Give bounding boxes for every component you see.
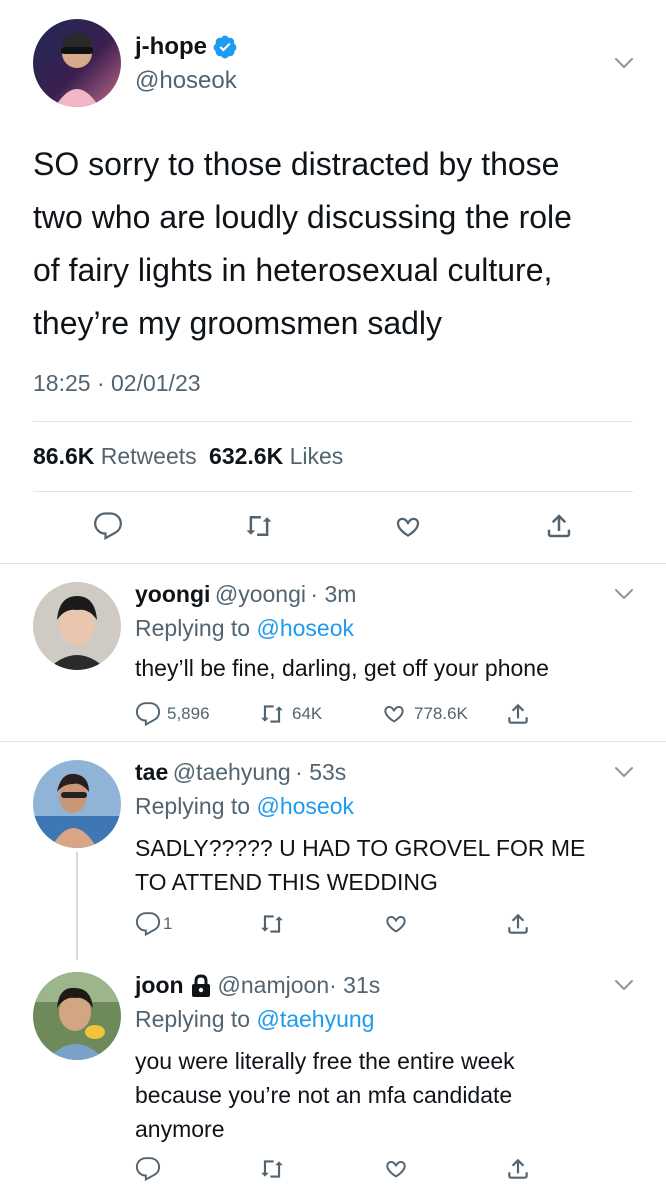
author-handle[interactable]: @hoseok (135, 67, 237, 95)
avatar-jhope[interactable] (33, 19, 121, 107)
divider (33, 491, 633, 492)
reply-text: they’ll be fine, darling, get off your p… (135, 652, 549, 684)
like-button[interactable]: 778.6K (380, 701, 468, 727)
engagement-stats: 86.6K Retweets 632.6K Likes (33, 443, 343, 470)
replying-to: Replying to @hoseok (135, 793, 354, 820)
reply-icon[interactable] (93, 511, 123, 546)
chevron-down-icon[interactable] (614, 765, 634, 779)
reply-header: tae @taehyung · 53s (135, 759, 346, 786)
retweet-icon[interactable] (258, 911, 286, 942)
reply-time[interactable]: · 31s (329, 972, 380, 999)
like-icon (384, 705, 404, 723)
author-name[interactable]: j-hope (135, 33, 207, 61)
reply-count: 1 (163, 914, 173, 933)
reply-text-line: anymore (135, 1116, 225, 1142)
reply-text-line: SADLY????? U HAD TO GROVEL FOR ME (135, 835, 586, 861)
reply-author-name[interactable]: tae (135, 759, 168, 785)
share-icon[interactable] (505, 910, 531, 943)
reply-icon (135, 702, 161, 727)
tweet-text-line: SO sorry to those distracted by those (33, 146, 560, 182)
replying-to-label: Replying to (135, 1006, 251, 1032)
replying-to-link[interactable]: @hoseok (256, 615, 354, 641)
reply-header: joon @namjoon · 31s (135, 972, 380, 999)
chevron-down-icon[interactable] (614, 587, 634, 601)
retweet-count: 64K (292, 704, 323, 723)
tweet-text-line: two who are loudly discussing the role (33, 199, 572, 235)
reply-text-line: because you’re not an mfa candidate (135, 1082, 513, 1108)
likes-label[interactable]: Likes (290, 443, 344, 469)
divider (0, 741, 666, 742)
tweet-text-line: of fairy lights in heterosexual culture, (33, 252, 553, 288)
retweet-icon (261, 705, 283, 723)
reply-text-line: TO ATTEND THIS WEDDING (135, 869, 438, 895)
reply-author-name[interactable]: yoongi (135, 581, 210, 607)
retweet-icon[interactable] (258, 1156, 286, 1187)
retweet-button[interactable]: 64K (258, 701, 322, 727)
chevron-down-icon[interactable] (614, 56, 634, 70)
reply-text: you were literally free the entire week … (135, 1044, 515, 1146)
tweet-text: SO sorry to those distracted by those tw… (33, 138, 572, 350)
thread-line (76, 852, 78, 960)
reply-count: 5,896 (167, 704, 210, 723)
reply-text-line: they’ll be fine, darling, get off your p… (135, 655, 549, 681)
verified-badge-icon (212, 34, 238, 65)
replying-to: Replying to @taehyung (135, 1006, 374, 1033)
share-icon[interactable] (505, 1155, 531, 1188)
tweet-timestamp[interactable]: 18:25 · 02/01/23 (33, 370, 201, 397)
like-icon[interactable] (392, 512, 424, 547)
reply-icon[interactable] (135, 1156, 161, 1187)
reply-header: yoongi @yoongi · 3m (135, 581, 356, 608)
share-icon[interactable] (505, 700, 531, 733)
retweets-count[interactable]: 86.6K (33, 443, 94, 469)
reply-author-handle[interactable]: @namjoon (218, 972, 330, 999)
reply-button[interactable]: 5,896 (135, 701, 210, 727)
retweets-label[interactable]: Retweets (101, 443, 197, 469)
reply-text-line: you were literally free the entire week (135, 1048, 515, 1074)
reply-time[interactable]: · 53s (295, 759, 346, 785)
like-count: 778.6K (414, 704, 468, 723)
reply-time[interactable]: · 3m (310, 581, 356, 607)
replying-to-link[interactable]: @hoseok (256, 793, 354, 819)
replying-to: Replying to @hoseok (135, 615, 354, 642)
avatar-tae[interactable] (33, 760, 121, 848)
divider (0, 563, 666, 564)
reply-text: SADLY????? U HAD TO GROVEL FOR ME TO ATT… (135, 831, 585, 899)
replying-to-label: Replying to (135, 615, 251, 641)
like-icon[interactable] (382, 911, 410, 942)
likes-count[interactable]: 632.6K (209, 443, 283, 469)
tweet-text-line: they’re my groomsmen sadly (33, 305, 443, 341)
reply-author-handle[interactable]: @taehyung (173, 759, 291, 785)
like-icon[interactable] (382, 1156, 410, 1187)
reply-author-name[interactable]: joon (135, 972, 184, 999)
replying-to-link[interactable]: @taehyung (256, 1006, 374, 1032)
lock-icon (190, 973, 212, 998)
divider (33, 421, 633, 422)
replying-to-label: Replying to (135, 793, 251, 819)
retweet-icon[interactable] (243, 511, 275, 546)
chevron-down-icon[interactable] (614, 978, 634, 992)
reply-author-handle[interactable]: @yoongi (215, 581, 306, 607)
reply-button[interactable]: 1 (135, 911, 172, 937)
reply-icon (135, 912, 161, 937)
avatar-yoongi[interactable] (33, 582, 121, 670)
share-icon[interactable] (544, 510, 574, 547)
avatar-joon[interactable] (33, 972, 121, 1060)
